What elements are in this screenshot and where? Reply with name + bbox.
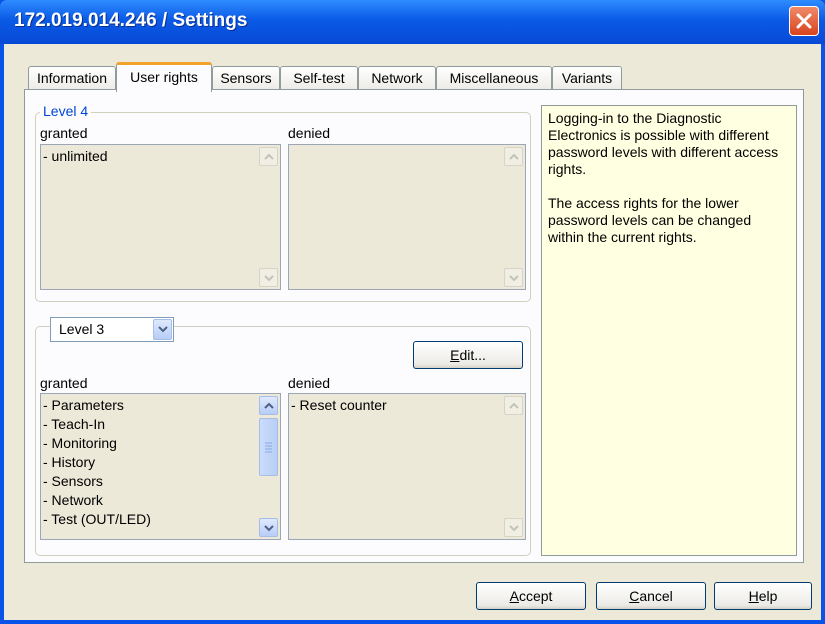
chevron-up-icon <box>509 153 519 160</box>
scrollbar[interactable] <box>504 396 523 537</box>
list-item[interactable]: - Parameters <box>43 396 260 415</box>
close-button[interactable] <box>789 6 819 36</box>
scroll-down-button[interactable] <box>504 518 523 537</box>
tab-self-test[interactable]: Self-test <box>280 66 358 90</box>
scrollbar[interactable] <box>259 396 278 537</box>
scroll-up-button[interactable] <box>259 147 278 166</box>
scroll-down-button[interactable] <box>259 268 278 287</box>
accept-button[interactable]: Accept <box>476 582 586 610</box>
info-paragraph-2: The access rights for the lower password… <box>548 195 752 245</box>
level-select[interactable]: Level 3 <box>50 317 174 342</box>
tab-variants[interactable]: Variants <box>552 66 622 90</box>
chevron-down-icon <box>158 326 168 333</box>
grip-icon <box>265 442 272 453</box>
denied-list-level-4[interactable] <box>288 144 526 290</box>
denied-items: - Reset counter <box>291 396 505 415</box>
denied-label: denied <box>288 125 331 141</box>
denied-list-level-3[interactable]: - Reset counter <box>288 393 526 540</box>
granted-items: - unlimited <box>43 147 260 166</box>
denied-label: denied <box>288 375 331 391</box>
granted-label: granted <box>40 125 88 141</box>
level-4-legend: Level 4 <box>40 103 92 119</box>
scrollbar[interactable] <box>259 147 278 287</box>
settings-window: 172.019.014.246 / Settings Information U… <box>0 0 825 624</box>
help-info-box: Logging-in to the Diagnostic Electronics… <box>541 105 797 556</box>
list-item[interactable]: - Monitoring <box>43 434 260 453</box>
granted-list-level-4[interactable]: - unlimited <box>40 144 281 290</box>
tab-network[interactable]: Network <box>358 66 436 90</box>
scroll-up-button[interactable] <box>259 396 278 415</box>
level-4-group: Level 4 granted denied - unlimited <box>35 103 531 302</box>
dialog-client-area: Information User rights Sensors Self-tes… <box>4 44 821 620</box>
list-item[interactable]: - Test (OUT/LED) <box>43 510 260 529</box>
tab-miscellaneous[interactable]: Miscellaneous <box>436 66 552 90</box>
edit-button[interactable]: Edit... <box>413 341 523 369</box>
level-select-value: Level 3 <box>59 321 105 337</box>
list-item[interactable]: - unlimited <box>43 147 260 166</box>
cancel-button[interactable]: Cancel <box>596 582 706 610</box>
tab-information[interactable]: Information <box>28 66 116 90</box>
scroll-down-button[interactable] <box>504 268 523 287</box>
level-select-dropdown-button[interactable] <box>153 319 172 340</box>
window-title: 172.019.014.246 / Settings <box>14 10 248 31</box>
tab-user-rights[interactable]: User rights <box>116 62 212 92</box>
list-item[interactable]: - Network <box>43 491 260 510</box>
chevron-down-icon <box>264 525 274 532</box>
chevron-down-icon <box>509 275 519 282</box>
chevron-up-icon <box>264 402 274 409</box>
title-bar[interactable]: 172.019.014.246 / Settings <box>0 0 825 44</box>
granted-items: - Parameters - Teach-In - Monitoring - H… <box>43 396 260 529</box>
level-3-group: Level 3 Edit... granted denied - Paramet… <box>35 317 531 556</box>
granted-list-level-3[interactable]: - Parameters - Teach-In - Monitoring - H… <box>40 393 281 540</box>
granted-label: granted <box>40 375 88 391</box>
chevron-down-icon <box>509 525 519 532</box>
scroll-up-button[interactable] <box>504 396 523 415</box>
scroll-thumb[interactable] <box>259 418 278 476</box>
chevron-up-icon <box>264 153 274 160</box>
chevron-down-icon <box>264 275 274 282</box>
scroll-down-button[interactable] <box>259 518 278 537</box>
chevron-up-icon <box>509 402 519 409</box>
close-icon <box>796 13 812 29</box>
user-rights-panel: Level 4 granted denied - unlimited Level… <box>24 89 804 563</box>
scroll-up-button[interactable] <box>504 147 523 166</box>
tab-sensors[interactable]: Sensors <box>212 66 280 90</box>
list-item[interactable]: - History <box>43 453 260 472</box>
info-paragraph-1: Logging-in to the Diagnostic Electronics… <box>548 110 779 177</box>
list-item[interactable]: - Reset counter <box>291 396 505 415</box>
list-item[interactable]: - Teach-In <box>43 415 260 434</box>
list-item[interactable]: - Sensors <box>43 472 260 491</box>
help-button[interactable]: Help <box>714 582 812 610</box>
scrollbar[interactable] <box>504 147 523 287</box>
